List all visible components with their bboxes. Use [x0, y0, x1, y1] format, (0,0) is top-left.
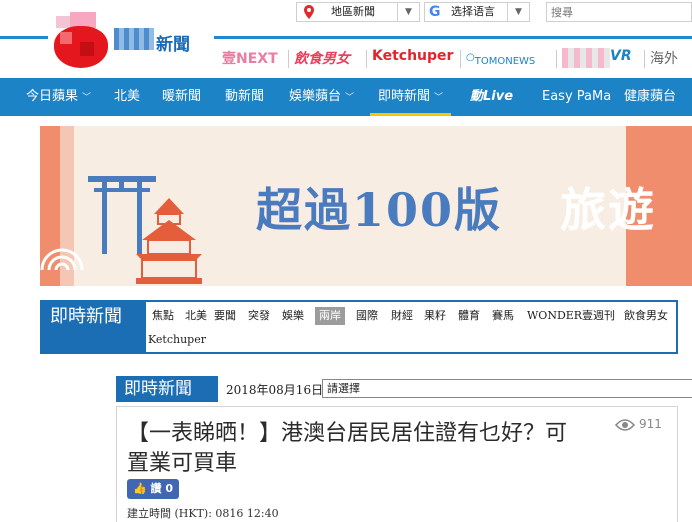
divider	[556, 50, 557, 68]
thumbs-up-icon: 👍	[133, 482, 147, 495]
category-link[interactable]: 突發	[248, 307, 270, 325]
divider	[288, 50, 289, 68]
category-link[interactable]: Ketchuper	[148, 331, 206, 349]
article-created-time: 建立時間 (HKT): 0816 12:40	[127, 507, 279, 520]
nav-item-easy-pama[interactable]: Easy PaMa	[542, 78, 611, 116]
search-input[interactable]	[551, 3, 669, 21]
category-link[interactable]: 要聞	[214, 307, 236, 325]
language-label: 选择语言	[451, 5, 495, 18]
nav-item-label: 即時新聞	[378, 89, 431, 104]
category-link[interactable]: WONDER	[527, 307, 582, 325]
chevron-down-icon: ﹀	[82, 93, 92, 103]
page: 新聞 地區新聞 ▼ G 选择语言 ▼ 壹NEXT 飲食男	[0, 0, 692, 522]
category-link[interactable]: 果籽	[424, 307, 446, 325]
view-count: 911	[614, 417, 662, 431]
header: 新聞 地區新聞 ▼ G 选择语言 ▼ 壹NEXT 飲食男	[0, 0, 692, 78]
eye-icon	[614, 418, 636, 431]
nav-item-label: 娛樂蘋台	[289, 89, 342, 104]
banner-headline-secondary: 旅遊	[560, 183, 656, 237]
brand-vr-link[interactable]: VR	[610, 48, 632, 64]
chevron-down-icon: ▼	[507, 3, 529, 21]
date-selector-row: 即時新聞 2018年08月16日 請選擇 ▼	[116, 376, 692, 402]
divider	[366, 50, 367, 68]
nav-item-label: 暖新聞	[162, 89, 202, 104]
nav-item-live[interactable]: 動Live	[470, 78, 513, 116]
facebook-like-button[interactable]: 👍 讚 0	[127, 479, 180, 499]
divider	[460, 50, 461, 68]
brand-ketchuper-link[interactable]: Ketchuper	[372, 48, 453, 64]
brand-links: 壹NEXT 飲食男女 Ketchuper ○ TOMONEWS VR 海外	[222, 44, 692, 74]
header-divider	[0, 36, 48, 39]
nav-item-animated-news[interactable]: 動新聞	[225, 78, 264, 116]
instant-news-heading: 即時新聞	[116, 376, 218, 402]
category-link[interactable]: 國際	[356, 307, 378, 325]
article-card: 【一表睇晒！】港澳台居民居住證有乜好？可置業可買車 911 👍 讚 0 建立時間…	[116, 406, 678, 522]
google-icon: G	[429, 4, 441, 20]
nav-item-label: Easy PaMa	[542, 89, 612, 104]
utility-bar: 地區新聞 ▼ G 选择语言 ▼	[296, 0, 692, 24]
nav-item-instant-news[interactable]: 即時新聞 ﹀	[370, 78, 452, 116]
category-link-selected[interactable]: 兩岸	[315, 307, 345, 325]
instant-news-category-bar: 即時新聞 焦點 北美 要聞 突發 娛樂 兩岸 國際 財經 果籽 體育 賽馬 WO…	[40, 300, 678, 354]
date-select-dropdown[interactable]: 請選擇 ▼	[322, 379, 692, 398]
brand-next-link[interactable]: 壹NEXT	[222, 48, 278, 68]
brand-overseas-link[interactable]: 海外	[650, 48, 678, 68]
category-link[interactable]: 飲食男女	[624, 307, 668, 325]
region-news-label: 地區新聞	[331, 5, 375, 18]
category-link[interactable]: 賽馬	[492, 307, 514, 325]
view-count-value: 911	[639, 417, 662, 431]
category-link[interactable]: 焦點	[152, 307, 174, 325]
map-pin-icon	[304, 5, 314, 19]
language-select[interactable]: G 选择语言 ▼	[424, 2, 530, 22]
brand-vr-blurred-logo[interactable]	[562, 48, 610, 68]
category-link[interactable]: 財經	[391, 307, 413, 325]
category-link[interactable]: 娛樂	[282, 307, 304, 325]
banner-headline: 超過100版	[256, 183, 503, 237]
chevron-down-icon: ﹀	[434, 93, 444, 103]
current-date: 2018年08月16日	[226, 383, 324, 397]
date-select-value: 請選擇	[327, 382, 360, 395]
chevron-down-icon: ﹀	[345, 93, 355, 103]
advertisement-banner[interactable]: 超過100版 旅遊	[40, 126, 692, 286]
nav-item-label: 健康蘋台	[624, 89, 677, 104]
brand-food-link[interactable]: 飲食男女	[294, 48, 350, 68]
main-nav: 今日蘋果 ﹀ 北美 暖新聞 動新聞 娛樂蘋台 ﹀ 即時新聞 ﹀ 動Live Easy …	[0, 78, 692, 116]
pagoda-icon	[136, 198, 202, 284]
brand-tomonews-link[interactable]: ○ TOMONEWS	[466, 52, 535, 67]
nav-item-health[interactable]: 健康蘋台	[624, 78, 676, 116]
nav-item-north-america[interactable]: 北美	[114, 78, 140, 116]
chevron-down-icon: ▼	[397, 3, 419, 21]
nav-item-warm-news[interactable]: 暖新聞	[162, 78, 201, 116]
category-bar-title: 即時新聞	[42, 302, 146, 352]
nav-item-label: 動Live	[470, 89, 514, 104]
category-link[interactable]: 北美	[185, 307, 207, 325]
logo-text: 新聞	[156, 35, 190, 55]
category-link[interactable]: 體育	[458, 307, 480, 325]
nav-item-today-apple[interactable]: 今日蘋果 ﹀	[26, 78, 91, 116]
logo-blurred-text	[114, 28, 154, 50]
search-box	[546, 2, 692, 22]
brand-tomonews-label: TOMONEWS	[474, 56, 536, 67]
like-label: 讚 0	[150, 482, 174, 495]
header-divider	[214, 36, 692, 39]
divider	[644, 50, 645, 68]
nav-item-label: 北美	[114, 89, 141, 104]
apple-logo-icon	[50, 12, 112, 68]
nav-item-label: 動新聞	[225, 89, 265, 104]
nav-item-entertainment[interactable]: 娛樂蘋台 ﹀	[289, 78, 354, 116]
region-news-dropdown[interactable]: 地區新聞 ▼	[296, 2, 420, 22]
category-link[interactable]: 壹週刊	[582, 307, 615, 325]
article-title: 【一表睇晒！】港澳台居民居住證有乜好？可置業可買車	[127, 421, 568, 476]
nav-item-label: 今日蘋果	[26, 89, 79, 104]
apple-daily-logo[interactable]: 新聞	[48, 8, 214, 70]
